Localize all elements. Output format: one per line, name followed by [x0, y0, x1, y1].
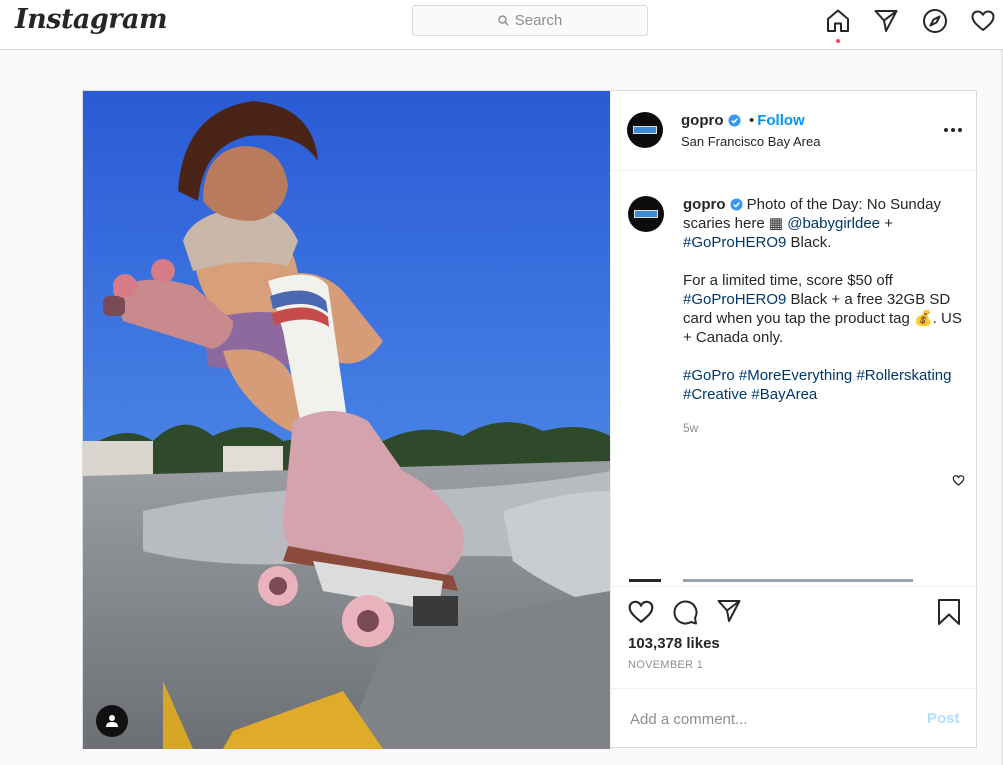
hashtag-link[interactable]: #Creative	[683, 386, 747, 403]
post-card: gopro • Follow San Francisco Bay Area gop…	[82, 90, 977, 749]
caption-plus: +	[880, 215, 893, 232]
post-header: gopro • Follow San Francisco Bay Area	[611, 91, 977, 171]
post-comment-button[interactable]: Post	[927, 710, 960, 727]
like-icon[interactable]	[627, 598, 655, 624]
add-comment-row: Post	[611, 688, 977, 748]
post-date: NOVEMBER 1	[628, 659, 704, 671]
hashtag-link[interactable]: #BayArea	[751, 386, 817, 403]
caption-avatar[interactable]	[628, 196, 664, 232]
post-location[interactable]: San Francisco Bay Area	[681, 134, 820, 149]
search-icon	[498, 15, 509, 26]
stack-emoji: ▦	[768, 215, 784, 232]
tagged-user-icon[interactable]	[96, 705, 128, 737]
caption-text: For a limited time, score $50 off	[683, 272, 893, 289]
direct-icon[interactable]	[873, 8, 899, 34]
hashtag-link[interactable]: #GoProHERO9	[683, 234, 786, 251]
top-navigation-bar: Instagram Search	[0, 0, 1003, 50]
comments-section: gopro Photo of the Day: No Sunday scarie…	[611, 171, 977, 585]
comment-icon[interactable]	[671, 598, 699, 626]
post-caption: gopro Photo of the Day: No Sunday scarie…	[683, 195, 973, 404]
instagram-logo[interactable]: Instagram	[15, 4, 168, 35]
notification-dot	[836, 39, 840, 43]
mention-link[interactable]: @babygirldee	[787, 215, 880, 232]
like-caption-icon[interactable]	[952, 474, 965, 486]
caption-age: 5w	[683, 421, 699, 435]
next-comment-peek	[629, 579, 913, 582]
gopro-logo	[634, 210, 658, 218]
verified-badge-icon	[729, 198, 743, 211]
search-placeholder: Search	[514, 12, 563, 29]
hashtag-link[interactable]: #GoPro	[683, 367, 735, 384]
post-actions: 103,378 likes NOVEMBER 1	[611, 586, 977, 689]
hashtag-link[interactable]: #GoProHERO9	[683, 291, 786, 308]
activity-icon[interactable]	[970, 8, 996, 34]
post-photo[interactable]	[83, 91, 610, 749]
explore-icon[interactable]	[922, 8, 948, 34]
follow-button[interactable]: Follow	[757, 112, 805, 129]
home-icon[interactable]	[825, 8, 851, 34]
author-username[interactable]: gopro	[681, 112, 724, 129]
more-options-icon[interactable]	[944, 128, 962, 132]
caption-username[interactable]: gopro	[683, 196, 726, 213]
hashtag-link[interactable]: #MoreEverything	[739, 367, 852, 384]
header-separator: •	[748, 112, 755, 129]
like-count[interactable]: 103,378 likes	[628, 635, 720, 652]
money-bag-emoji: 💰	[913, 310, 933, 327]
share-icon[interactable]	[715, 598, 743, 624]
search-box[interactable]: Search	[412, 5, 648, 36]
post-details: gopro • Follow San Francisco Bay Area gop…	[610, 91, 977, 747]
verified-badge-icon	[727, 114, 741, 127]
author-avatar[interactable]	[627, 112, 663, 148]
hashtag-link[interactable]: #Rollerskating	[856, 367, 951, 384]
caption-text: Black.	[786, 234, 832, 251]
comment-input[interactable]	[628, 707, 912, 731]
person-icon	[106, 715, 118, 727]
rollerskate-photo	[83, 91, 610, 749]
save-icon[interactable]	[937, 598, 961, 626]
gopro-logo	[633, 126, 657, 134]
